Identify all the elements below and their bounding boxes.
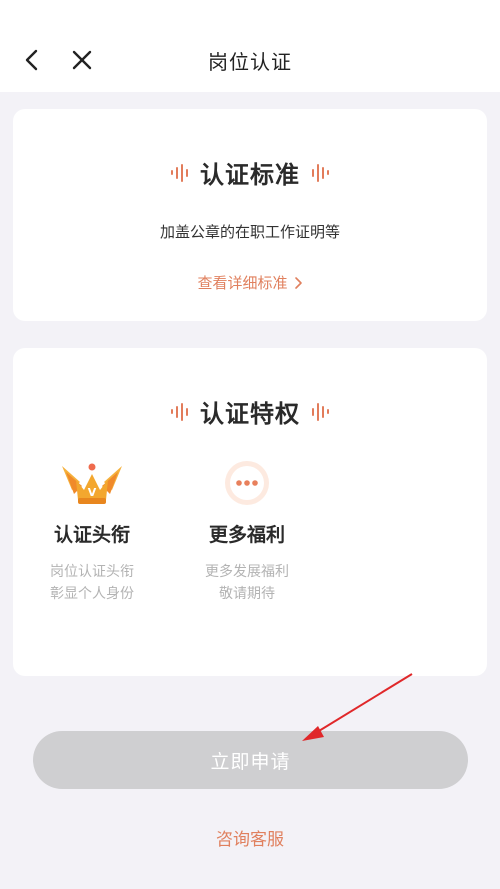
chevron-right-icon (294, 276, 302, 289)
more-dots-icon (225, 461, 269, 505)
perk-item-benefits: 更多福利 更多发展福利 敬请期待 (177, 458, 317, 605)
contact-service-link[interactable]: 咨询客服 (0, 825, 500, 850)
privileges-heading: 认证特权 (13, 394, 487, 429)
standard-heading: 认证标准 (13, 155, 487, 190)
sound-wave-icon (312, 402, 329, 422)
perk-description: 更多发展福利 敬请期待 (205, 564, 289, 602)
top-bar: 岗位认证 (0, 0, 500, 92)
perk-description: 岗位认证头衔 彰显个人身份 (50, 564, 134, 602)
sound-wave-icon (171, 163, 188, 183)
detail-link-label: 查看详细标准 (197, 274, 288, 292)
standard-title: 认证标准 (200, 161, 300, 189)
svg-text:V: V (88, 486, 97, 499)
view-detail-standard-link[interactable]: 查看详细标准 (13, 272, 487, 293)
privileges-title: 认证特权 (200, 400, 300, 428)
apply-now-button[interactable]: 立即申请 (33, 731, 468, 789)
standard-card: 认证标准 加盖公章的在职工作证明等 查看详细标准 (13, 109, 487, 321)
sound-wave-icon (171, 402, 188, 422)
privileges-card: 认证特权 V 认证头衔 岗位认证头衔 彰显个人身份 更多福利 更多发展福利 敬请… (13, 348, 487, 676)
crown-v-icon: V (62, 463, 122, 504)
perk-name: 认证头衔 (53, 524, 130, 546)
perk-name: 更多福利 (208, 524, 285, 546)
perk-item-title: V 认证头衔 岗位认证头衔 彰显个人身份 (22, 458, 162, 605)
page-title: 岗位认证 (208, 50, 292, 74)
sound-wave-icon (312, 163, 329, 183)
standard-description: 加盖公章的在职工作证明等 (159, 223, 340, 241)
